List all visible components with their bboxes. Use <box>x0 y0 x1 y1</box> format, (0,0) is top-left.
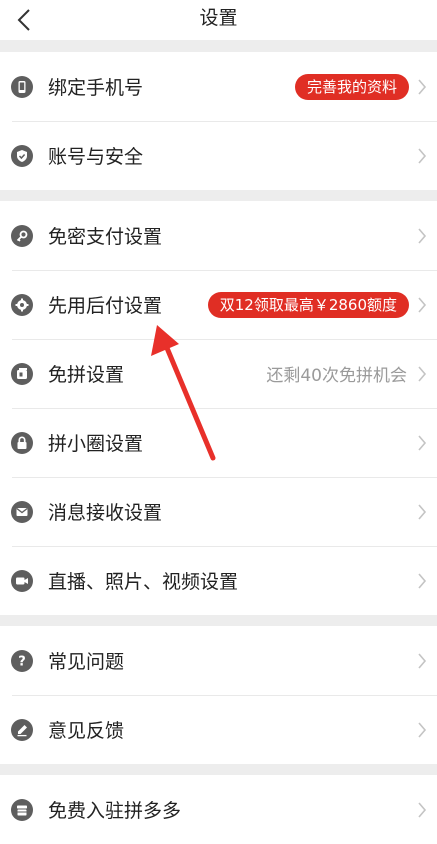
chevron-right-icon <box>416 295 428 315</box>
profile-badge[interactable]: 完善我的资料 <box>294 73 409 100</box>
settings-item-label: 绑定手机号 <box>48 77 144 99</box>
store-icon <box>11 798 33 821</box>
settings-item-media[interactable]: 直播、照片、视频设置 <box>0 546 437 615</box>
settings-item-label: 先用后付设置 <box>48 295 163 317</box>
coupon-icon <box>11 362 33 385</box>
settings-item-label: 消息接收设置 <box>48 502 163 524</box>
settings-item-pay-later[interactable]: 先用后付设置 双12领取最高￥2860额度 <box>0 270 437 339</box>
lock-icon <box>11 431 33 454</box>
settings-item-faq[interactable]: ? 常见问题 <box>0 626 437 695</box>
chevron-right-icon <box>416 146 428 166</box>
section-help: ? 常见问题 意见反馈 <box>0 626 437 764</box>
settings-item-feedback[interactable]: 意见反馈 <box>0 695 437 764</box>
chevron-right-icon <box>416 226 428 246</box>
chevron-right-icon <box>416 77 428 97</box>
group-free-remaining: 还剩40次免拼机会 <box>266 366 407 386</box>
settings-item-label: 免密支付设置 <box>48 226 163 248</box>
settings-item-group-free[interactable]: 免拼设置 还剩40次免拼机会 <box>0 339 437 408</box>
top-bar: 设置 <box>0 0 437 40</box>
promo-badge[interactable]: 双12领取最高￥2860额度 <box>207 291 409 318</box>
chevron-right-icon <box>416 800 428 820</box>
key-icon <box>11 224 33 247</box>
settings-item-circle[interactable]: 拼小圈设置 <box>0 408 437 477</box>
chevron-right-icon <box>416 720 428 740</box>
settings-item-label: 免拼设置 <box>48 364 125 386</box>
section-payment-settings: 免密支付设置 先用后付设置 双12领取最高￥2860额度 免拼设置 还剩40次免… <box>0 201 437 615</box>
settings-item-message[interactable]: 消息接收设置 <box>0 477 437 546</box>
gear-icon <box>11 293 33 316</box>
mail-icon <box>11 500 33 523</box>
question-icon: ? <box>11 649 33 672</box>
settings-item-account-security[interactable]: 账号与安全 <box>0 121 437 190</box>
chevron-right-icon <box>416 651 428 671</box>
shield-icon <box>11 144 33 167</box>
settings-item-label: 拼小圈设置 <box>48 433 144 455</box>
phone-icon <box>11 75 33 98</box>
settings-item-label: 直播、照片、视频设置 <box>48 571 239 593</box>
settings-item-label: 常见问题 <box>48 651 125 673</box>
svg-text:?: ? <box>18 654 26 669</box>
page-title: 设置 <box>199 7 238 29</box>
section-account: 绑定手机号 完善我的资料 账号与安全 <box>0 52 437 190</box>
settings-item-bind-phone[interactable]: 绑定手机号 完善我的资料 <box>0 52 437 121</box>
section-merchant: 免费入驻拼多多 <box>0 775 437 844</box>
chevron-right-icon <box>416 364 428 384</box>
settings-item-merchant-join[interactable]: 免费入驻拼多多 <box>0 775 437 844</box>
video-camera-icon <box>11 569 33 592</box>
chevron-right-icon <box>416 433 428 453</box>
settings-item-label: 免费入驻拼多多 <box>48 800 182 822</box>
settings-item-password-free-payment[interactable]: 免密支付设置 <box>0 201 437 270</box>
pencil-icon <box>11 718 33 741</box>
chevron-right-icon <box>416 571 428 591</box>
chevron-right-icon <box>416 502 428 522</box>
settings-item-label: 意见反馈 <box>48 720 125 742</box>
settings-item-label: 账号与安全 <box>48 146 144 168</box>
